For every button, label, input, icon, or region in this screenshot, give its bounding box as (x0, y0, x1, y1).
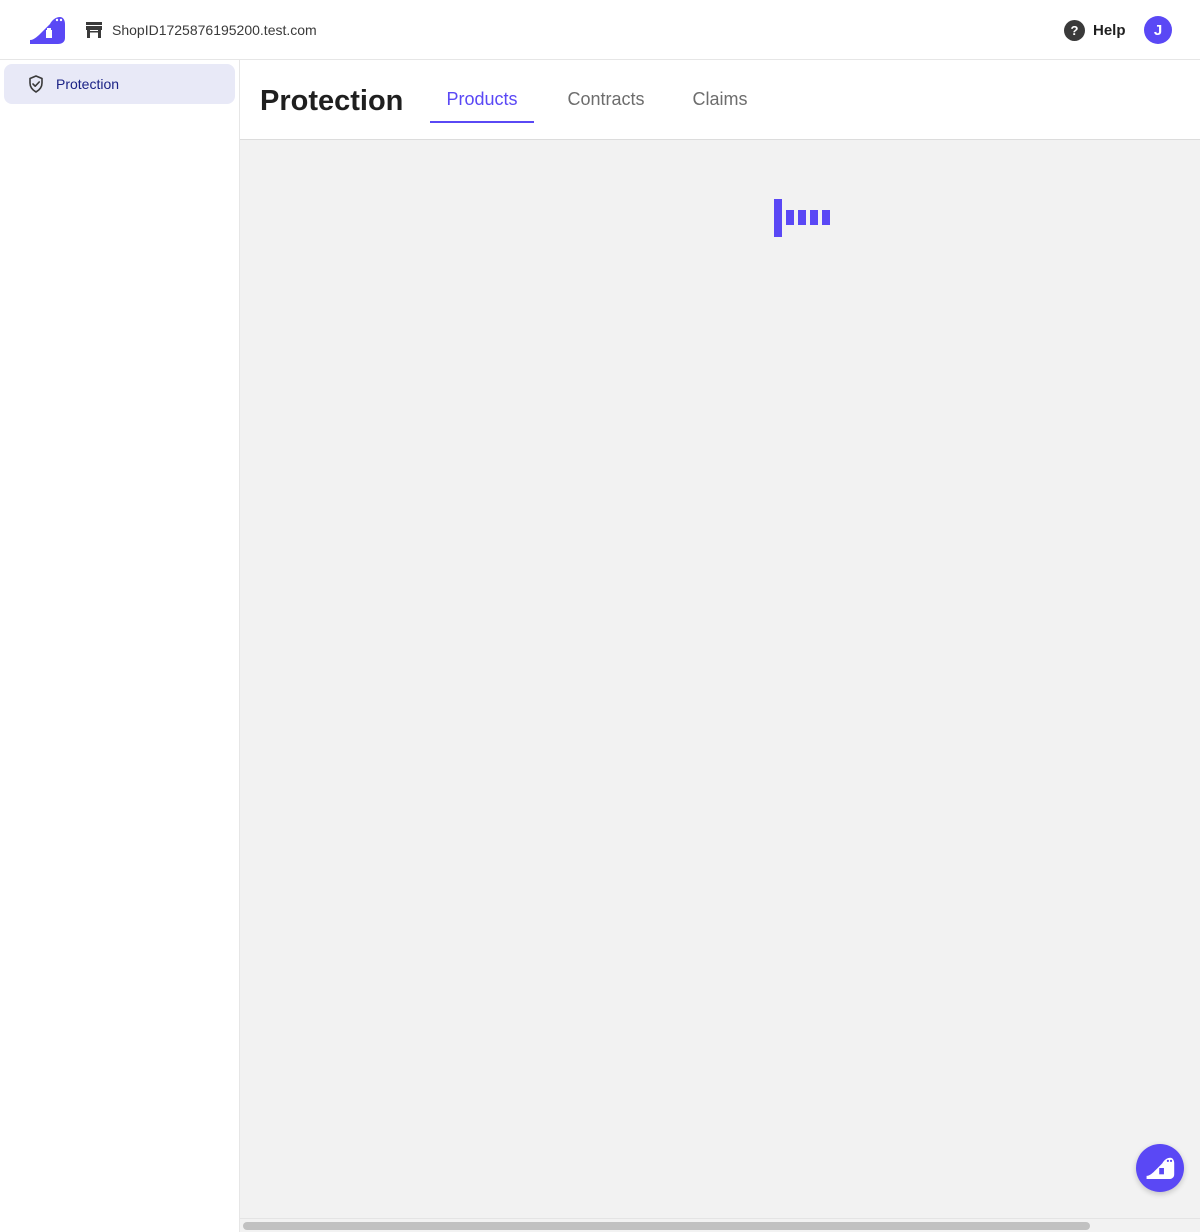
scrollbar-thumb[interactable] (243, 1222, 1090, 1230)
tab-claims[interactable]: Claims (680, 82, 760, 123)
brand-logo-icon[interactable] (28, 14, 66, 46)
sidebar: Protection (0, 60, 240, 1232)
loader-bar (810, 210, 818, 225)
avatar[interactable]: J (1144, 16, 1172, 44)
help-circle-icon: ? (1064, 19, 1085, 41)
storefront-icon (86, 22, 102, 38)
top-bar: ShopID1725876195200.test.com ? Help J (0, 0, 1200, 60)
page-title: Protection (260, 85, 404, 117)
help-label: Help (1093, 21, 1126, 39)
shield-check-icon (29, 75, 43, 93)
help-button[interactable]: ? Help (1064, 19, 1126, 41)
chat-assistant-icon (1146, 1157, 1175, 1180)
main-content (240, 140, 1200, 1218)
store-name: ShopID1725876195200.test.com (112, 22, 317, 38)
tab-contracts[interactable]: Contracts (554, 82, 658, 123)
loader-bar (774, 199, 782, 237)
loading-bars-icon (774, 199, 832, 237)
sidebar-item-protection[interactable]: Protection (4, 64, 235, 104)
page-header: Protection Products Contracts Claims (240, 60, 1200, 140)
chat-assistant-button[interactable] (1136, 1144, 1184, 1192)
loader-bar (786, 210, 794, 225)
tab-products[interactable]: Products (430, 82, 534, 123)
loader-bar (822, 210, 830, 225)
horizontal-scrollbar[interactable] (240, 1218, 1200, 1232)
loader-bar (798, 210, 806, 225)
sidebar-item-label: Protection (56, 76, 120, 92)
